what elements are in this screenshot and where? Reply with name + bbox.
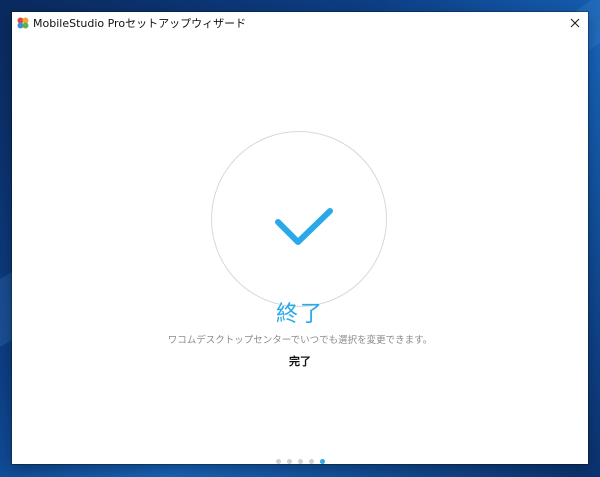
setup-wizard-window: MobileStudio Proセットアップウィザード 終了 ワコムデスクトップ…: [12, 12, 588, 464]
checkmark-icon: [275, 208, 333, 245]
page-dot: [297, 459, 303, 464]
wizard-content: 終了 ワコムデスクトップセンターでいつでも選択を変更できます。 完了: [12, 34, 588, 464]
page-dot: [275, 459, 281, 464]
completion-heading: 終了: [275, 302, 324, 327]
close-icon: [570, 18, 580, 28]
settings-hint-text: ワコムデスクトップセンターでいつでも選択を変更できます。: [167, 335, 433, 346]
title-bar[interactable]: MobileStudio Proセットアップウィザード: [12, 12, 588, 34]
desktop-background: MobileStudio Proセットアップウィザード 終了 ワコムデスクトップ…: [0, 0, 600, 477]
finish-button[interactable]: 完了: [250, 350, 350, 372]
page-dot: [319, 459, 325, 464]
page-indicator: [12, 459, 588, 465]
wacom-app-icon: [17, 17, 29, 29]
close-button[interactable]: [566, 14, 584, 32]
page-dot: [308, 459, 314, 464]
page-dot: [286, 459, 292, 464]
window-title: MobileStudio Proセットアップウィザード: [33, 17, 247, 30]
completion-circle: [211, 131, 387, 307]
